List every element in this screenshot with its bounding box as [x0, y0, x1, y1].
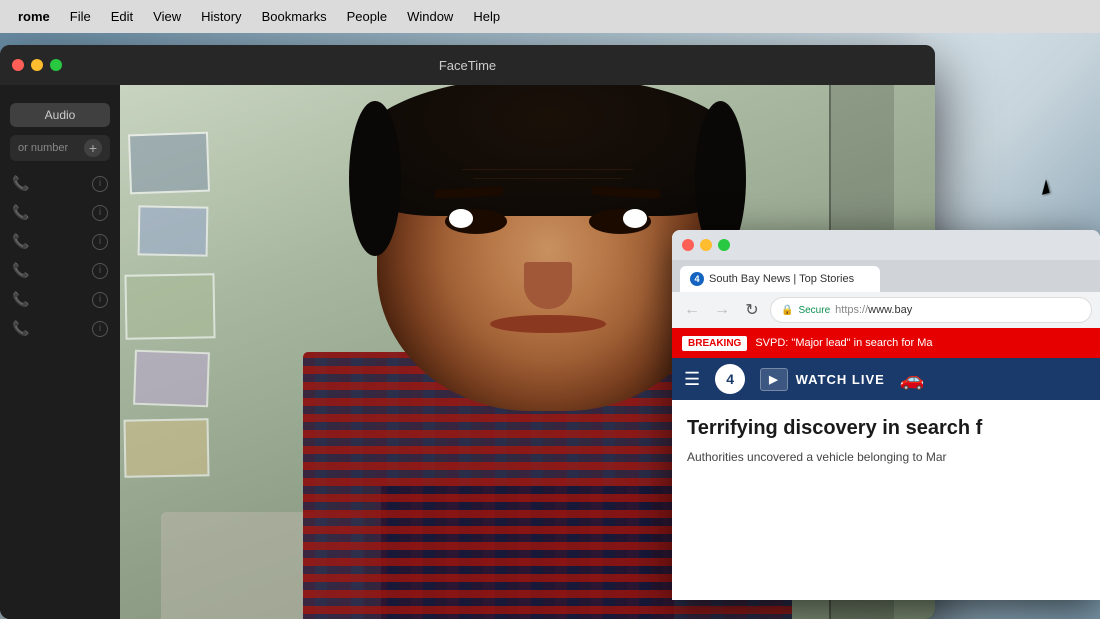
phone-icon-5: 📞 — [12, 291, 29, 308]
contact-row-3[interactable]: 📞 i — [0, 227, 120, 256]
news-content-area: Terrifying discovery in search f Authori… — [672, 400, 1100, 600]
mouse-cursor — [1040, 180, 1060, 204]
contact-row-6[interactable]: 📞 i — [0, 314, 120, 343]
menu-app[interactable]: rome — [8, 5, 60, 28]
info-icon-2[interactable]: i — [92, 205, 108, 221]
url-bar[interactable]: 🔒 Secure https://www.bay — [770, 297, 1092, 323]
facetime-titlebar: FaceTime — [0, 45, 935, 85]
menu-help[interactable]: Help — [463, 5, 510, 28]
back-button[interactable]: ← — [680, 298, 704, 322]
facetime-title: FaceTime — [439, 58, 496, 73]
phone-icon-4: 📞 — [12, 262, 29, 279]
breaking-news-bar: BREAKING SVPD: "Major lead" in search fo… — [672, 328, 1100, 358]
phone-icon-6: 📞 — [12, 320, 29, 337]
play-icon: ▶ — [760, 368, 787, 391]
menu-history[interactable]: History — [191, 5, 251, 28]
head — [377, 101, 719, 411]
breaking-badge: BREAKING — [682, 336, 747, 351]
contact-row-5[interactable]: 📞 i — [0, 285, 120, 314]
info-icon-6[interactable]: i — [92, 321, 108, 337]
audio-button[interactable]: Audio — [10, 103, 110, 127]
contact-row-1[interactable]: 📞 i — [0, 169, 120, 198]
menu-view[interactable]: View — [143, 5, 191, 28]
chrome-maximize-button[interactable] — [718, 239, 730, 251]
tab-favicon: 4 — [690, 272, 704, 286]
menu-file[interactable]: File — [60, 5, 101, 28]
contact-row-2[interactable]: 📞 i — [0, 198, 120, 227]
breaking-news-text: SVPD: "Major lead" in search for Ma — [755, 337, 932, 349]
phone-icon-3: 📞 — [12, 233, 29, 250]
menu-edit[interactable]: Edit — [101, 5, 143, 28]
hamburger-menu-icon[interactable]: ☰ — [684, 369, 700, 390]
facetime-window-controls — [12, 59, 62, 71]
news-headline[interactable]: Terrifying discovery in search f — [687, 415, 1085, 441]
url-text: https://www.bay — [835, 304, 912, 316]
info-icon-5[interactable]: i — [92, 292, 108, 308]
menu-window[interactable]: Window — [397, 5, 463, 28]
lock-icon: 🔒 — [781, 305, 793, 316]
news-nav-bar: ☰ 4 ▶ WATCH LIVE 🚗 — [672, 358, 1100, 400]
contact-row-4[interactable]: 📞 i — [0, 256, 120, 285]
chrome-window: 4 South Bay News | Top Stories ← → ↻ 🔒 S… — [672, 230, 1100, 600]
tab-title: South Bay News | Top Stories — [709, 273, 854, 285]
forward-button[interactable]: → — [710, 298, 734, 322]
phone-icon-1: 📞 — [12, 175, 29, 192]
minimize-button[interactable] — [31, 59, 43, 71]
phone-icon-2: 📞 — [12, 204, 29, 221]
close-button[interactable] — [12, 59, 24, 71]
chrome-titlebar — [672, 230, 1100, 260]
menu-bar: rome File Edit View History Bookmarks Pe… — [0, 0, 1100, 33]
chrome-tab-bar: 4 South Bay News | Top Stories — [672, 260, 1100, 292]
facetime-sidebar: Audio or number + 📞 i 📞 i 📞 i 📞 i 📞 i 📞 — [0, 85, 120, 619]
channel-4-logo[interactable]: 4 — [715, 364, 745, 394]
watch-live-label: WATCH LIVE — [796, 372, 885, 387]
active-tab[interactable]: 4 South Bay News | Top Stories — [680, 266, 880, 292]
search-bar[interactable]: or number + — [10, 135, 110, 161]
menu-people[interactable]: People — [337, 5, 397, 28]
chrome-minimize-button[interactable] — [700, 239, 712, 251]
search-placeholder: or number — [18, 142, 68, 154]
cursor-arrow-icon — [1038, 179, 1049, 195]
watch-live-button[interactable]: ▶ WATCH LIVE — [760, 368, 885, 391]
chrome-close-button[interactable] — [682, 239, 694, 251]
add-contact-button[interactable]: + — [84, 139, 102, 157]
info-icon-3[interactable]: i — [92, 234, 108, 250]
info-icon-4[interactable]: i — [92, 263, 108, 279]
menu-bookmarks[interactable]: Bookmarks — [252, 5, 337, 28]
info-icon-1[interactable]: i — [92, 176, 108, 192]
maximize-button[interactable] — [50, 59, 62, 71]
chrome-address-bar: ← → ↻ 🔒 Secure https://www.bay — [672, 292, 1100, 328]
news-subtext: Authorities uncovered a vehicle belongin… — [687, 449, 1085, 466]
secure-badge: Secure — [798, 305, 830, 316]
reload-button[interactable]: ↻ — [740, 298, 764, 322]
traffic-icon: 🚗 — [900, 367, 925, 392]
